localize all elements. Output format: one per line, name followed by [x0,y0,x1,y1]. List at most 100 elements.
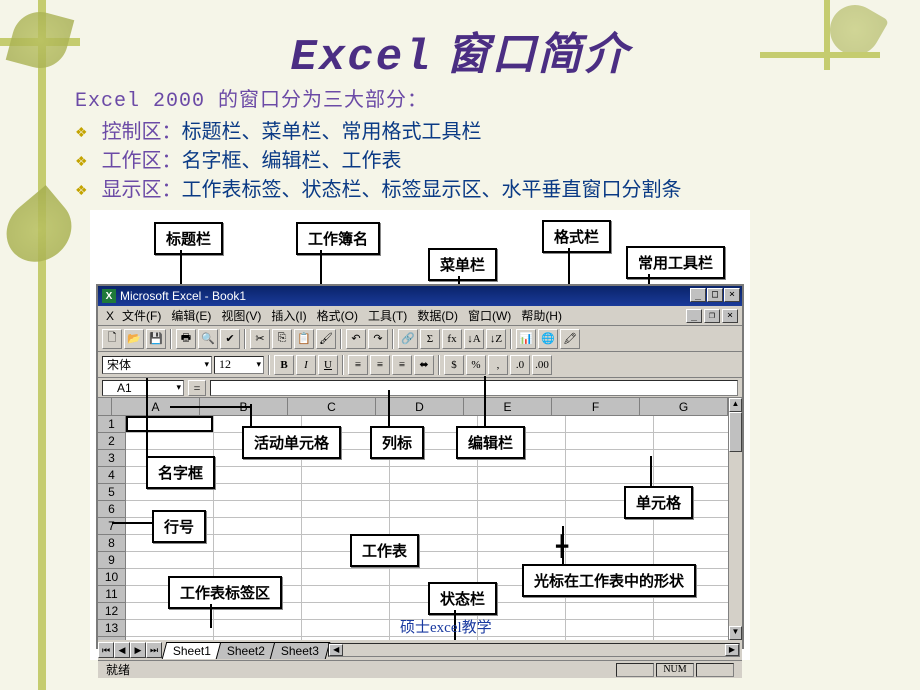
tab-first-icon[interactable]: ⏮ [98,642,114,658]
align-center-icon[interactable]: ≡ [370,355,390,375]
horizontal-scrollbar[interactable]: ◀ ▶ [328,643,740,657]
format-painter-icon[interactable]: 🖌 [316,329,336,349]
row-13[interactable]: 13 [98,620,125,637]
doc-close[interactable]: × [722,309,738,323]
title-cn: 窗口简介 [446,30,630,79]
active-cell[interactable] [126,416,213,432]
col-F[interactable]: F [552,398,640,415]
comma-icon[interactable]: , [488,355,508,375]
menu-data[interactable]: 数据(D) [413,307,462,324]
save-icon[interactable]: 💾 [146,329,166,349]
font-combo[interactable]: 宋体 [102,356,212,374]
menu-file[interactable]: 文件(F) [118,307,165,324]
link-icon[interactable]: 🔗 [398,329,418,349]
close-button[interactable]: × [724,288,740,302]
font-value: 宋体 [107,356,131,373]
menu-view[interactable]: 视图(V) [217,307,265,324]
menu-tools[interactable]: 工具(T) [364,307,411,324]
menu-format[interactable]: 格式(O) [313,307,362,324]
row-10[interactable]: 10 [98,569,125,586]
scroll-thumb[interactable] [729,412,742,452]
drawing-icon[interactable]: 🖍 [560,329,580,349]
sort-asc-icon[interactable]: ↓A [464,329,484,349]
sort-desc-icon[interactable]: ↓Z [486,329,506,349]
tab-sheet3[interactable]: Sheet3 [270,642,331,659]
tab-prev-icon[interactable]: ◀ [114,642,130,658]
formula-input[interactable] [210,380,738,396]
col-G[interactable]: G [640,398,728,415]
merge-icon[interactable]: ⬌ [414,355,434,375]
row-6[interactable]: 6 [98,501,125,518]
new-icon[interactable]: 🗋 [102,329,122,349]
sheet-tabs: Sheet1 Sheet2 Sheet3 [164,642,326,659]
row-4[interactable]: 4 [98,467,125,484]
sum-icon[interactable]: Σ [420,329,440,349]
row-2[interactable]: 2 [98,433,125,450]
intro-line: Excel 2000 的窗口分为三大部分： [75,88,880,115]
tab-sheet3-label: Sheet3 [281,644,319,658]
row-12[interactable]: 12 [98,603,125,620]
scroll-right-icon[interactable]: ▶ [725,644,739,656]
doc-minimize[interactable]: _ [686,309,702,323]
paste-icon[interactable]: 📋 [294,329,314,349]
row-5[interactable]: 5 [98,484,125,501]
map-icon[interactable]: 🌐 [538,329,558,349]
scroll-up-icon[interactable]: ▲ [729,398,742,412]
dec-decimal-icon[interactable]: .00 [532,355,552,375]
fx-icon[interactable]: fx [442,329,462,349]
col-E[interactable]: E [464,398,552,415]
separator [170,329,172,349]
tab-next-icon[interactable]: ▶ [130,642,146,658]
separator [244,329,246,349]
status-text: 就绪 [106,661,130,678]
cut-icon[interactable]: ✂ [250,329,270,349]
row-1[interactable]: 1 [98,416,125,433]
equals-button[interactable]: = [188,380,206,396]
doc-restore[interactable]: ❐ [704,309,720,323]
redo-icon[interactable]: ↷ [368,329,388,349]
col-C[interactable]: C [288,398,376,415]
row-11[interactable]: 11 [98,586,125,603]
menu-edit[interactable]: 编辑(E) [167,307,215,324]
tab-sheet2[interactable]: Sheet2 [216,642,277,659]
preview-icon[interactable]: 🔍 [198,329,218,349]
underline-icon[interactable]: U [318,355,338,375]
inc-decimal-icon[interactable]: .0 [510,355,530,375]
menu-insert[interactable]: 插入(I) [267,307,310,324]
select-all-corner[interactable] [98,398,112,415]
separator [510,329,512,349]
spell-icon[interactable]: ✔ [220,329,240,349]
diamond-icon: ❖ [75,183,88,202]
open-icon[interactable]: 📂 [124,329,144,349]
menu-window[interactable]: 窗口(W) [464,307,515,324]
chart-icon[interactable]: 📊 [516,329,536,349]
percent-icon[interactable]: % [466,355,486,375]
scroll-down-icon[interactable]: ▼ [729,626,742,640]
scroll-left-icon[interactable]: ◀ [329,644,343,656]
italic-icon[interactable]: I [296,355,316,375]
callout-statusbar: 状态栏 [428,582,497,615]
fontsize-combo[interactable]: 12 [214,356,264,374]
maximize-button[interactable]: □ [707,288,723,302]
tab-sheet1[interactable]: Sheet1 [162,642,223,659]
print-icon[interactable]: 🖶 [176,329,196,349]
align-right-icon[interactable]: ≡ [392,355,412,375]
undo-icon[interactable]: ↶ [346,329,366,349]
row-7[interactable]: 7 [98,518,125,535]
bullet-3: ❖ 显示区： 工作表标签、状态栏、标签显示区、水平垂直窗口分割条 [75,177,880,204]
align-left-icon[interactable]: ≡ [348,355,368,375]
name-box[interactable]: A1 [102,380,184,396]
menu-help[interactable]: 帮助(H) [517,307,566,324]
bold-icon[interactable]: B [274,355,294,375]
ptr-collabel [388,390,390,426]
slide-title: Excel 窗口简介 [0,18,920,83]
tab-last-icon[interactable]: ⏭ [146,642,162,658]
row-8[interactable]: 8 [98,535,125,552]
currency-icon[interactable]: $ [444,355,464,375]
body-text: Excel 2000 的窗口分为三大部分： ❖ 控制区： 标题栏、菜单栏、常用格… [75,88,880,206]
row-3[interactable]: 3 [98,450,125,467]
minimize-button[interactable]: _ [690,288,706,302]
row-9[interactable]: 9 [98,552,125,569]
vertical-scrollbar[interactable]: ▲ ▼ [728,398,742,640]
copy-icon[interactable]: ⎘ [272,329,292,349]
